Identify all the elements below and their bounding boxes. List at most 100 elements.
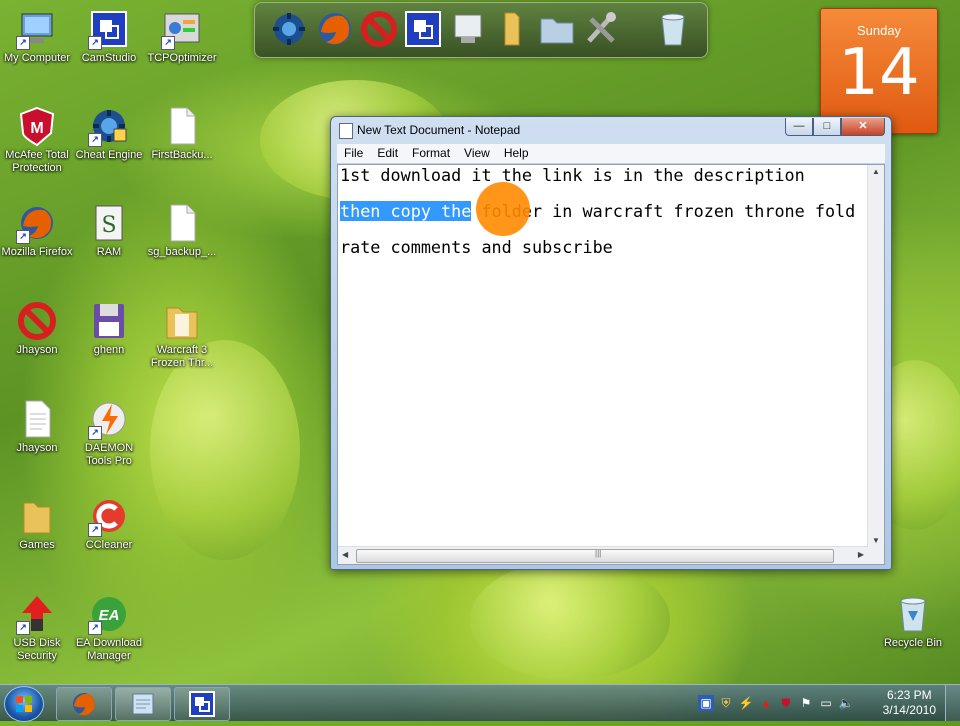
display-icon[interactable]: ▭	[818, 695, 834, 711]
desktop-icon-warcraft[interactable]: Warcraft 3 Frozen Thr...	[145, 300, 219, 370]
menu-file[interactable]: File	[337, 144, 370, 163]
minimize-button[interactable]: —	[785, 118, 813, 136]
camstudio-icon[interactable]	[403, 9, 443, 49]
system-clock[interactable]: 6:23 PM 3/14/2010	[883, 688, 936, 718]
shortcut-arrow-icon: ↗	[88, 523, 102, 537]
shortcut-arrow-icon: ↗	[88, 133, 102, 147]
desktop-icon-ccleaner[interactable]: ↗ CCleaner	[72, 495, 146, 552]
shortcut-arrow-icon: ↗	[16, 621, 30, 635]
volume-icon[interactable]: 🔈	[838, 695, 854, 711]
firefox-icon[interactable]	[315, 9, 355, 49]
scroll-down-arrow-icon[interactable]: ▼	[872, 536, 880, 545]
desktop-icon-ram[interactable]: S RAM	[72, 202, 146, 259]
menu-edit[interactable]: Edit	[370, 144, 405, 163]
launcher-dock	[254, 2, 708, 58]
computer-icon: ↗	[16, 8, 58, 50]
shortcut-arrow-icon: ↗	[88, 426, 102, 440]
notepad-icon[interactable]	[449, 9, 489, 49]
taskbar-camstudio[interactable]	[174, 687, 230, 721]
notepad-icon	[132, 693, 154, 715]
wallpaper-shape	[470, 560, 670, 680]
folder-open-icon[interactable]	[537, 9, 577, 49]
menu-help[interactable]: Help	[497, 144, 536, 163]
mcafee-icon: M	[16, 105, 58, 147]
menu-view[interactable]: View	[457, 144, 497, 163]
desktop-icon-label: My Computer	[3, 52, 71, 64]
scroll-right-arrow-icon[interactable]: ▶	[858, 550, 864, 559]
maximize-button[interactable]: □	[813, 118, 841, 136]
desktop-icon-label: FirstBacku...	[151, 149, 213, 161]
desktop-icon-jhayson-doc[interactable]: Jhayson	[0, 398, 74, 455]
desktop-icon-label: DAEMON Tools Pro	[84, 442, 134, 467]
desktop-icon-cheat-engine[interactable]: ↗ Cheat Engine	[72, 105, 146, 162]
system-tray: ▣ ⛨ ⚡ ▲ ⛊ ⚑ ▭ 🔈	[698, 695, 854, 711]
cheat-engine-icon[interactable]	[269, 9, 309, 49]
desktop-icon-usb-disk-security[interactable]: ↗ USB Disk Security	[0, 593, 74, 663]
taskbar-firefox[interactable]	[56, 687, 112, 721]
desktop-icon-label: Mozilla Firefox	[1, 246, 73, 258]
desktop-icon-tcpoptimizer[interactable]: ↗ TCPOptimizer	[145, 8, 219, 65]
desktop-icon-label: Recycle Bin	[883, 637, 943, 649]
desktop-icon-ea-download-manager[interactable]: EA ↗ EA Download Manager	[72, 593, 146, 663]
desktop-icon-label: USB Disk Security	[13, 637, 61, 662]
ea-icon: EA ↗	[88, 593, 130, 635]
taskbar-notepad[interactable]	[115, 687, 171, 721]
desktop-icon-label: McAfee Total Protection	[5, 149, 69, 174]
taskbar: ▣ ⛨ ⚡ ▲ ⛊ ⚑ ▭ 🔈 6:23 PM 3/14/2010	[0, 684, 960, 722]
show-desktop-button[interactable]	[945, 685, 960, 721]
menu-format[interactable]: Format	[405, 144, 457, 163]
usb-disk-security-icon: ↗	[16, 593, 58, 635]
desktop-icon-label: RAM	[96, 246, 122, 258]
ccleaner-icon: ↗	[88, 495, 130, 537]
desktop-icon-label: Warcraft 3 Frozen Thr...	[150, 344, 214, 369]
window-titlebar[interactable]: New Text Document - Notepad — □ ✕	[331, 117, 891, 143]
clock-date: 3/14/2010	[882, 703, 936, 717]
close-button[interactable]: ✕	[841, 118, 885, 136]
desktop-icon-ghenn[interactable]: ghenn	[72, 300, 146, 357]
shortcut-arrow-icon: ↗	[161, 36, 175, 50]
shield-icon[interactable]: ⛨	[718, 695, 734, 711]
desktop-icon-my-computer[interactable]: ↗ My Computer	[0, 8, 74, 65]
desktop-icon-daemon-tools[interactable]: ↗ DAEMON Tools Pro	[72, 398, 146, 468]
desktop-icon-mcafee[interactable]: M McAfee Total Protection	[0, 105, 74, 175]
desktop-icon-firefox[interactable]: ↗ Mozilla Firefox	[0, 202, 74, 259]
horizontal-scrollbar[interactable]: ◀ ||| ▶	[338, 546, 868, 564]
usb-icon[interactable]: ▲	[758, 695, 774, 711]
floppy-icon	[88, 300, 130, 342]
tcpoptimizer-icon: ↗	[161, 8, 203, 50]
shortcut-arrow-icon: ↗	[16, 36, 30, 50]
recycle-bin-icon	[892, 593, 934, 635]
tools-icon[interactable]	[581, 9, 621, 49]
desktop-icon-jhayson-shortcut[interactable]: Jhayson	[0, 300, 74, 357]
desktop-icon-recycle-bin[interactable]: Recycle Bin	[876, 593, 950, 650]
daemon-icon[interactable]: ⚡	[738, 695, 754, 711]
scroll-left-arrow-icon[interactable]: ◀	[342, 550, 348, 559]
notepad-window: New Text Document - Notepad — □ ✕ File E…	[330, 116, 892, 570]
recycle-bin-icon[interactable]	[653, 9, 693, 49]
text-editor[interactable]: 1st download it the link is in the descr…	[337, 164, 885, 565]
scroll-grip: |||	[595, 549, 602, 558]
desktop-icon-label: CamStudio	[81, 52, 137, 64]
start-button[interactable]	[4, 686, 44, 722]
vertical-scrollbar[interactable]: ▲ ▼	[867, 165, 884, 547]
desktop-icon-label: EA Download Manager	[75, 637, 143, 662]
network-icon[interactable]: ▣	[698, 695, 714, 711]
flag-icon[interactable]: ⚑	[798, 695, 814, 711]
desktop-icon-camstudio[interactable]: ↗ CamStudio	[72, 8, 146, 65]
desktop-icon-firstbackup[interactable]: FirstBacku...	[145, 105, 219, 162]
scroll-up-arrow-icon[interactable]: ▲	[872, 167, 880, 176]
folder-icon	[16, 495, 58, 537]
horizontal-scroll-thumb[interactable]: |||	[356, 549, 834, 563]
wallpaper-shape	[150, 340, 300, 560]
desktop-icon-label: Games	[19, 539, 55, 551]
document-icon	[161, 105, 203, 147]
desktop-icon-sg-backup[interactable]: sg_backup_...	[145, 202, 219, 259]
folder-icon[interactable]	[493, 9, 533, 49]
desktop-icon-label: CCleaner	[85, 539, 133, 551]
desktop-icon-label: Jhayson	[16, 344, 58, 356]
desktop-icon-games[interactable]: Games	[0, 495, 74, 552]
mcafee-icon[interactable]: ⛊	[778, 695, 794, 711]
no-sign-icon	[16, 300, 58, 342]
no-sign-icon[interactable]	[359, 9, 399, 49]
camstudio-icon	[189, 691, 215, 717]
